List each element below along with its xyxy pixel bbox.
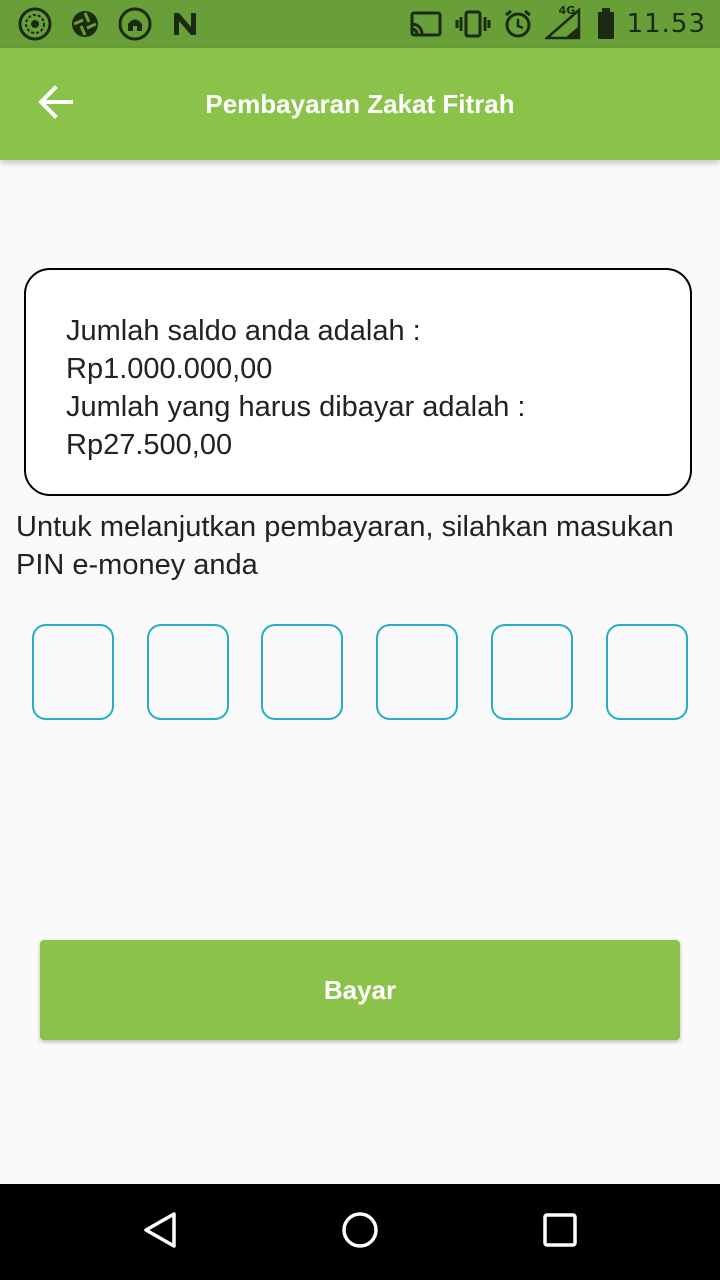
pay-button[interactable]: Bayar (40, 940, 680, 1040)
pin-digit-2[interactable] (147, 624, 229, 720)
recents-square-icon (540, 1210, 580, 1255)
pin-digit-1[interactable] (32, 624, 114, 720)
pin-input-row (32, 624, 688, 720)
vibrate-icon (455, 9, 491, 39)
aperture-icon (70, 9, 100, 39)
nav-home-button[interactable] (300, 1184, 420, 1280)
back-button[interactable] (24, 72, 88, 136)
status-notification-icons (18, 6, 200, 42)
page-title: Pembayaran Zakat Fitrah (205, 89, 515, 119)
pin-digit-5[interactable] (491, 624, 573, 720)
n-app-icon (170, 9, 200, 39)
home-circle-icon (340, 1210, 380, 1255)
status-system-icons: 4G 11.53 (409, 4, 706, 42)
arrow-back-icon (38, 84, 74, 125)
pin-instruction: Untuk melanjutkan pembayaran, silahkan m… (16, 511, 674, 581)
balance-label: Jumlah saldo anda adalah : (66, 315, 421, 347)
status-bar: 4G 11.53 (0, 0, 720, 48)
amount-due-label: Jumlah yang harus dibayar adalah : (66, 391, 526, 423)
nav-back-button[interactable] (100, 1184, 220, 1280)
battery-icon (597, 8, 615, 40)
navigation-bar (0, 1184, 720, 1280)
signal-icon: 4G (544, 4, 585, 40)
back-triangle-icon (140, 1210, 180, 1255)
network-type-label: 4G (558, 4, 576, 17)
alarm-icon (503, 9, 533, 39)
pin-digit-6[interactable] (606, 624, 688, 720)
quran-app-icon (18, 7, 52, 41)
pin-digit-4[interactable] (376, 624, 458, 720)
status-time: 11.53 (626, 9, 706, 39)
balance-value: Rp1.000.000,00 (66, 353, 273, 385)
app-bar: Pembayaran Zakat Fitrah (0, 48, 720, 160)
amount-due-value: Rp27.500,00 (66, 429, 233, 461)
pin-digit-3[interactable] (261, 624, 343, 720)
mosque-badge-icon (118, 7, 152, 41)
nav-recents-button[interactable] (500, 1184, 620, 1280)
cast-icon (409, 10, 443, 38)
balance-card: Jumlah saldo anda adalah : Rp1.000.000,0… (24, 268, 692, 496)
